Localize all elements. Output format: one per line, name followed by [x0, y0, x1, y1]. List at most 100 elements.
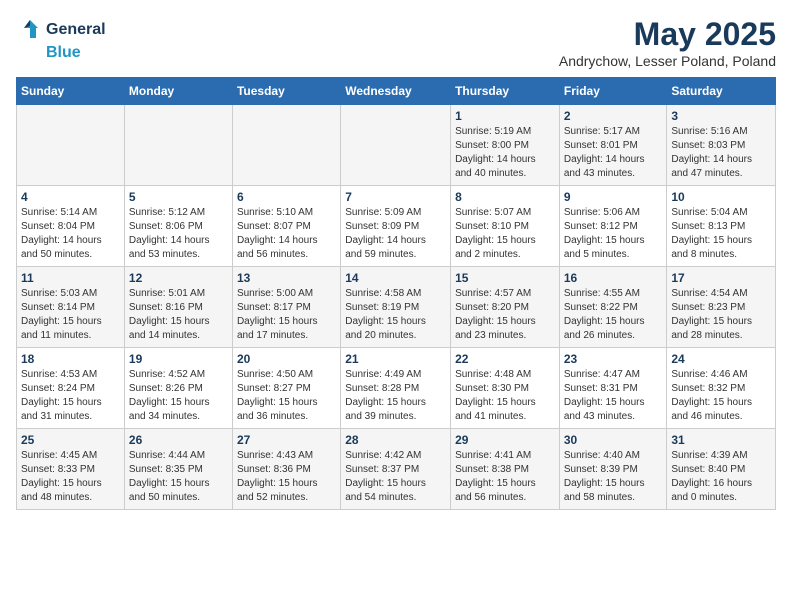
calendar-cell: 19 Sunrise: 4:52 AM Sunset: 8:26 PM Dayli… [124, 348, 232, 429]
day-info: Sunrise: 4:54 AM Sunset: 8:23 PM Dayligh… [671, 287, 771, 343]
day-info: Sunrise: 4:57 AM Sunset: 8:20 PM Dayligh… [455, 287, 555, 343]
calendar-cell: 17 Sunrise: 4:54 AM Sunset: 8:23 PM Dayli… [667, 267, 776, 348]
day-number: 19 [129, 352, 228, 366]
calendar-cell: 15 Sunrise: 4:57 AM Sunset: 8:20 PM Dayli… [451, 267, 560, 348]
day-number: 26 [129, 433, 228, 447]
day-info: Sunrise: 5:07 AM Sunset: 8:10 PM Dayligh… [455, 206, 555, 262]
day-number: 18 [21, 352, 120, 366]
logo: General Blue [16, 16, 106, 62]
day-number: 31 [671, 433, 771, 447]
day-number: 2 [564, 109, 663, 123]
day-info: Sunrise: 5:00 AM Sunset: 8:17 PM Dayligh… [237, 287, 336, 343]
calendar-cell: 7Sunrise: 5:09 AM Sunset: 8:09 PM Daylig… [341, 186, 451, 267]
calendar-cell: 21 Sunrise: 4:49 AM Sunset: 8:28 PM Dayli… [341, 348, 451, 429]
calendar-cell: 3 Sunrise: 5:16 AM Sunset: 8:03 PM Daylig… [667, 105, 776, 186]
day-number: 30 [564, 433, 663, 447]
calendar-cell: 16Sunrise: 4:55 AM Sunset: 8:22 PM Dayli… [559, 267, 667, 348]
day-info: Sunrise: 5:16 AM Sunset: 8:03 PM Dayligh… [671, 125, 771, 181]
calendar-cell: 5Sunrise: 5:12 AM Sunset: 8:06 PM Daylig… [124, 186, 232, 267]
day-info: Sunrise: 4:50 AM Sunset: 8:27 PM Dayligh… [237, 368, 336, 424]
day-info: Sunrise: 4:41 AM Sunset: 8:38 PM Dayligh… [455, 449, 555, 505]
day-info: Sunrise: 5:06 AM Sunset: 8:12 PM Dayligh… [564, 206, 663, 262]
calendar-cell [232, 105, 340, 186]
location-subtitle: Andrychow, Lesser Poland, Poland [559, 53, 776, 69]
calendar-cell: 27 Sunrise: 4:43 AM Sunset: 8:36 PM Dayli… [232, 429, 340, 510]
day-info: Sunrise: 4:42 AM Sunset: 8:37 PM Dayligh… [345, 449, 446, 505]
calendar-cell: 10 Sunrise: 5:04 AM Sunset: 8:13 PM Dayli… [667, 186, 776, 267]
calendar-table: SundayMondayTuesdayWednesdayThursdayFrid… [16, 77, 776, 510]
calendar-cell: 8 Sunrise: 5:07 AM Sunset: 8:10 PM Daylig… [451, 186, 560, 267]
day-info: Sunrise: 5:17 AM Sunset: 8:01 PM Dayligh… [564, 125, 663, 181]
calendar-cell: 23 Sunrise: 4:47 AM Sunset: 8:31 PM Dayli… [559, 348, 667, 429]
day-info: Sunrise: 4:39 AM Sunset: 8:40 PM Dayligh… [671, 449, 771, 505]
calendar-week-row: 1Sunrise: 5:19 AM Sunset: 8:00 PM Daylig… [17, 105, 776, 186]
month-year-title: May 2025 [559, 16, 776, 53]
day-number: 17 [671, 271, 771, 285]
day-number: 3 [671, 109, 771, 123]
day-number: 13 [237, 271, 336, 285]
day-number: 1 [455, 109, 555, 123]
calendar-week-row: 25 Sunrise: 4:45 AM Sunset: 8:33 PM Dayli… [17, 429, 776, 510]
day-number: 4 [21, 190, 120, 204]
weekday-header-saturday: Saturday [667, 78, 776, 105]
day-info: Sunrise: 4:45 AM Sunset: 8:33 PM Dayligh… [21, 449, 120, 505]
weekday-header-monday: Monday [124, 78, 232, 105]
calendar-cell: 24Sunrise: 4:46 AM Sunset: 8:32 PM Dayli… [667, 348, 776, 429]
day-number: 27 [237, 433, 336, 447]
weekday-header-row: SundayMondayTuesdayWednesdayThursdayFrid… [17, 78, 776, 105]
day-info: Sunrise: 5:09 AM Sunset: 8:09 PM Dayligh… [345, 206, 446, 262]
day-info: Sunrise: 4:49 AM Sunset: 8:28 PM Dayligh… [345, 368, 446, 424]
day-number: 15 [455, 271, 555, 285]
calendar-cell: 13 Sunrise: 5:00 AM Sunset: 8:17 PM Dayli… [232, 267, 340, 348]
day-info: Sunrise: 4:44 AM Sunset: 8:35 PM Dayligh… [129, 449, 228, 505]
day-info: Sunrise: 4:43 AM Sunset: 8:36 PM Dayligh… [237, 449, 336, 505]
day-info: Sunrise: 4:47 AM Sunset: 8:31 PM Dayligh… [564, 368, 663, 424]
day-info: Sunrise: 4:46 AM Sunset: 8:32 PM Dayligh… [671, 368, 771, 424]
day-number: 22 [455, 352, 555, 366]
calendar-cell: 31 Sunrise: 4:39 AM Sunset: 8:40 PM Dayli… [667, 429, 776, 510]
day-number: 6 [237, 190, 336, 204]
day-number: 10 [671, 190, 771, 204]
calendar-cell: 30 Sunrise: 4:40 AM Sunset: 8:39 PM Dayli… [559, 429, 667, 510]
calendar-cell: 6 Sunrise: 5:10 AM Sunset: 8:07 PM Daylig… [232, 186, 340, 267]
day-info: Sunrise: 5:04 AM Sunset: 8:13 PM Dayligh… [671, 206, 771, 262]
day-number: 9 [564, 190, 663, 204]
weekday-header-sunday: Sunday [17, 78, 125, 105]
calendar-cell: 29Sunrise: 4:41 AM Sunset: 8:38 PM Dayli… [451, 429, 560, 510]
day-number: 14 [345, 271, 446, 285]
calendar-cell: 4 Sunrise: 5:14 AM Sunset: 8:04 PM Daylig… [17, 186, 125, 267]
calendar-cell: 20Sunrise: 4:50 AM Sunset: 8:27 PM Dayli… [232, 348, 340, 429]
weekday-header-tuesday: Tuesday [232, 78, 340, 105]
day-info: Sunrise: 4:48 AM Sunset: 8:30 PM Dayligh… [455, 368, 555, 424]
calendar-cell [124, 105, 232, 186]
day-number: 11 [21, 271, 120, 285]
calendar-cell: 12Sunrise: 5:01 AM Sunset: 8:16 PM Dayli… [124, 267, 232, 348]
calendar-cell: 1Sunrise: 5:19 AM Sunset: 8:00 PM Daylig… [451, 105, 560, 186]
calendar-week-row: 4 Sunrise: 5:14 AM Sunset: 8:04 PM Daylig… [17, 186, 776, 267]
day-number: 21 [345, 352, 446, 366]
day-info: Sunrise: 5:12 AM Sunset: 8:06 PM Dayligh… [129, 206, 228, 262]
calendar-cell: 26 Sunrise: 4:44 AM Sunset: 8:35 PM Dayli… [124, 429, 232, 510]
calendar-cell: 22 Sunrise: 4:48 AM Sunset: 8:30 PM Dayli… [451, 348, 560, 429]
day-info: Sunrise: 4:40 AM Sunset: 8:39 PM Dayligh… [564, 449, 663, 505]
calendar-cell: 2 Sunrise: 5:17 AM Sunset: 8:01 PM Daylig… [559, 105, 667, 186]
weekday-header-friday: Friday [559, 78, 667, 105]
day-info: Sunrise: 4:55 AM Sunset: 8:22 PM Dayligh… [564, 287, 663, 343]
calendar-week-row: 11 Sunrise: 5:03 AM Sunset: 8:14 PM Dayli… [17, 267, 776, 348]
day-info: Sunrise: 5:14 AM Sunset: 8:04 PM Dayligh… [21, 206, 120, 262]
day-info: Sunrise: 5:03 AM Sunset: 8:14 PM Dayligh… [21, 287, 120, 343]
title-area: May 2025 Andrychow, Lesser Poland, Polan… [559, 16, 776, 69]
logo-text-blue: Blue [46, 44, 81, 62]
calendar-cell: 9 Sunrise: 5:06 AM Sunset: 8:12 PM Daylig… [559, 186, 667, 267]
day-number: 23 [564, 352, 663, 366]
day-info: Sunrise: 4:52 AM Sunset: 8:26 PM Dayligh… [129, 368, 228, 424]
day-number: 28 [345, 433, 446, 447]
day-number: 8 [455, 190, 555, 204]
page-header: General Blue May 2025 Andrychow, Lesser … [16, 16, 776, 69]
logo-text-general: General [46, 21, 106, 39]
calendar-cell: 25 Sunrise: 4:45 AM Sunset: 8:33 PM Dayli… [17, 429, 125, 510]
calendar-cell [17, 105, 125, 186]
day-info: Sunrise: 4:53 AM Sunset: 8:24 PM Dayligh… [21, 368, 120, 424]
day-number: 25 [21, 433, 120, 447]
day-info: Sunrise: 5:10 AM Sunset: 8:07 PM Dayligh… [237, 206, 336, 262]
